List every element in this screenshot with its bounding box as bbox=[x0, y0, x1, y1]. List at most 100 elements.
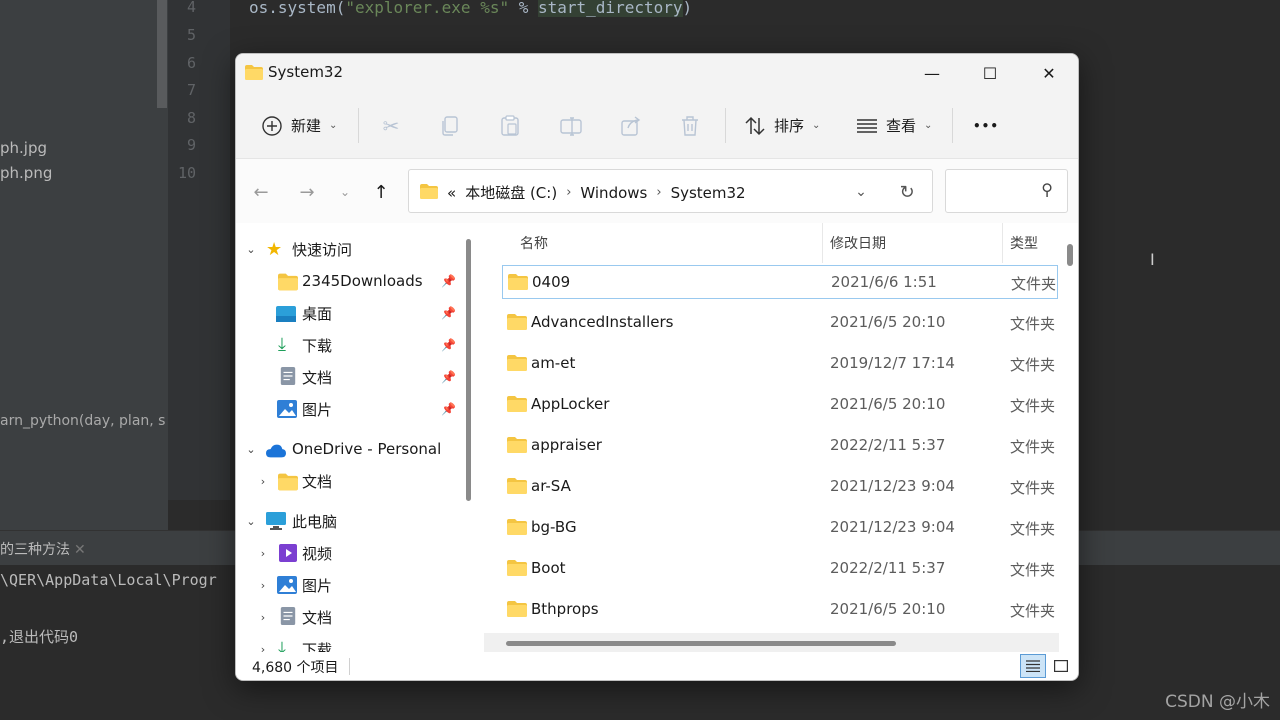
tree-label: 文档 bbox=[302, 608, 333, 627]
tree-label: 2345Downloads bbox=[302, 272, 423, 290]
file-row[interactable]: am-et 2019/12/7 17:14 文件夹 bbox=[502, 347, 1058, 381]
search-input[interactable]: ⚲ bbox=[945, 169, 1068, 213]
recent-locations-chevron-icon[interactable]: ⌄ bbox=[330, 177, 360, 207]
project-file[interactable]: ph.jpg bbox=[0, 139, 47, 157]
breadcrumb-item[interactable]: System32 bbox=[671, 184, 746, 202]
file-list-horizontal-scrollbar[interactable] bbox=[506, 641, 896, 646]
breadcrumb-item[interactable]: Windows bbox=[580, 184, 647, 202]
file-date: 2022/2/11 5:37 bbox=[830, 559, 946, 577]
code-paren: ) bbox=[682, 0, 693, 17]
breadcrumb-overflow[interactable]: « bbox=[447, 184, 456, 202]
computer-icon bbox=[266, 512, 286, 530]
file-row[interactable]: Boot 2022/2/11 5:37 文件夹 bbox=[502, 552, 1058, 586]
project-panel-scrollbar[interactable] bbox=[157, 0, 167, 108]
file-type: 文件夹 bbox=[1010, 479, 1056, 497]
file-row[interactable]: bg-BG 2021/12/23 9:04 文件夹 bbox=[502, 511, 1058, 545]
column-header-date[interactable]: 修改日期 bbox=[830, 223, 886, 263]
file-list-vertical-scrollbar[interactable] bbox=[1067, 244, 1073, 266]
column-header-type[interactable]: 类型 bbox=[1010, 223, 1038, 263]
maximize-button[interactable]: ☐ bbox=[961, 54, 1019, 92]
copy-icon bbox=[442, 115, 458, 136]
sort-button[interactable]: 排序 ⌄ bbox=[744, 92, 820, 159]
tiles-view-button[interactable] bbox=[1048, 654, 1074, 678]
sort-label: 排序 bbox=[774, 117, 805, 135]
column-divider[interactable] bbox=[822, 223, 823, 263]
chevron-down-icon[interactable]: ⌄ bbox=[244, 243, 258, 256]
chevron-right-icon[interactable]: › bbox=[256, 547, 270, 560]
file-name: appraiser bbox=[531, 436, 602, 454]
run-tab[interactable]: 的三种方法 ✕ bbox=[0, 539, 86, 559]
file-row[interactable]: AppLocker 2021/6/5 20:10 文件夹 bbox=[502, 388, 1058, 422]
copy-button[interactable] bbox=[440, 92, 460, 159]
file-row[interactable]: 0409 2021/6/6 1:51 文件夹 bbox=[502, 265, 1058, 299]
chevron-down-icon[interactable]: ⌄ bbox=[244, 443, 258, 456]
up-arrow-icon[interactable]: ↑ bbox=[366, 177, 396, 207]
minimize-button[interactable]: — bbox=[903, 54, 961, 92]
navigation-pane-scrollbar[interactable] bbox=[466, 239, 471, 501]
column-header-name[interactable]: 名称 bbox=[520, 223, 548, 263]
search-icon: ⚲ bbox=[1041, 180, 1053, 199]
trash-icon bbox=[682, 115, 698, 136]
star-icon: ★ bbox=[266, 239, 283, 260]
project-panel bbox=[0, 0, 168, 530]
chevron-down-icon: ⌄ bbox=[812, 120, 821, 131]
file-row[interactable]: Bthprops 2021/6/5 20:10 文件夹 bbox=[502, 593, 1058, 627]
chevron-right-icon[interactable]: › bbox=[566, 185, 571, 200]
folder-icon bbox=[507, 601, 527, 617]
chevron-right-icon[interactable]: › bbox=[256, 611, 270, 624]
code-line[interactable]: os.system("explorer.exe %s" % start_dire… bbox=[249, 0, 692, 17]
address-bar[interactable]: « 本地磁盘 (C:) › Windows › System32 ⌄ ↻ bbox=[408, 169, 933, 213]
pin-icon[interactable]: 📌 bbox=[441, 402, 456, 416]
column-divider[interactable] bbox=[1002, 223, 1003, 263]
chevron-right-icon[interactable]: › bbox=[256, 475, 270, 488]
forward-arrow-icon[interactable]: → bbox=[292, 177, 322, 207]
file-name: ar-SA bbox=[531, 477, 571, 495]
file-date: 2021/6/5 20:10 bbox=[830, 600, 946, 618]
pin-icon[interactable]: 📌 bbox=[441, 306, 456, 320]
rename-button[interactable] bbox=[560, 92, 582, 159]
file-date: 2019/12/7 17:14 bbox=[830, 354, 955, 372]
title-bar[interactable]: System32 — ☐ ✕ bbox=[236, 54, 1078, 92]
file-type: 文件夹 bbox=[1010, 356, 1056, 374]
file-row[interactable]: appraiser 2022/2/11 5:37 文件夹 bbox=[502, 429, 1058, 463]
refresh-icon[interactable]: ↻ bbox=[895, 180, 919, 204]
pin-icon[interactable]: 📌 bbox=[441, 274, 456, 288]
item-count: 4,680 个项目 bbox=[252, 660, 339, 676]
file-row[interactable]: ar-SA 2021/12/23 9:04 文件夹 bbox=[502, 470, 1058, 504]
delete-button[interactable] bbox=[680, 92, 700, 159]
chevron-right-icon[interactable]: › bbox=[256, 579, 270, 592]
breadcrumb: « 本地磁盘 (C:) › Windows › System32 bbox=[447, 182, 746, 203]
paste-button[interactable] bbox=[500, 92, 520, 159]
file-row[interactable]: AdvancedInstallers 2021/6/5 20:10 文件夹 bbox=[502, 306, 1058, 340]
tree-label: 视频 bbox=[302, 544, 333, 563]
view-button[interactable]: 查看 ⌄ bbox=[856, 92, 932, 159]
share-button[interactable] bbox=[620, 92, 642, 159]
more-button[interactable]: ••• bbox=[973, 92, 999, 159]
cut-button[interactable]: ✂ bbox=[380, 92, 402, 159]
chevron-down-icon[interactable]: ⌄ bbox=[244, 515, 258, 528]
file-type: 文件夹 bbox=[1010, 438, 1056, 456]
back-arrow-icon[interactable]: ← bbox=[246, 177, 276, 207]
project-file[interactable]: ph.png bbox=[0, 164, 52, 182]
close-icon[interactable]: ✕ bbox=[74, 542, 86, 558]
pin-icon[interactable]: 📌 bbox=[441, 370, 456, 384]
breadcrumb-item[interactable]: 本地磁盘 (C:) bbox=[465, 182, 557, 203]
structure-item[interactable]: arn_python(day, plan, s bbox=[0, 413, 168, 429]
pictures-icon bbox=[277, 576, 297, 594]
cloud-icon bbox=[266, 444, 286, 458]
editor-gutter bbox=[168, 0, 230, 500]
details-view-button[interactable] bbox=[1020, 654, 1046, 678]
new-button[interactable]: 新建 ⌄ bbox=[261, 92, 337, 159]
close-button[interactable]: ✕ bbox=[1020, 54, 1078, 92]
new-label: 新建 bbox=[291, 117, 322, 135]
pin-icon[interactable]: 📌 bbox=[441, 338, 456, 352]
chevron-right-icon[interactable]: › bbox=[656, 185, 661, 200]
chevron-down-icon[interactable]: ⌄ bbox=[849, 181, 873, 203]
text-cursor-icon: I bbox=[1150, 250, 1155, 269]
run-tab-label: 的三种方法 bbox=[0, 542, 70, 558]
line-number: 8 bbox=[186, 109, 196, 127]
file-date: 2021/12/23 9:04 bbox=[830, 518, 955, 536]
file-name: Bthprops bbox=[531, 600, 599, 618]
chevron-right-icon[interactable]: › bbox=[256, 643, 270, 653]
file-name: bg-BG bbox=[531, 518, 577, 536]
